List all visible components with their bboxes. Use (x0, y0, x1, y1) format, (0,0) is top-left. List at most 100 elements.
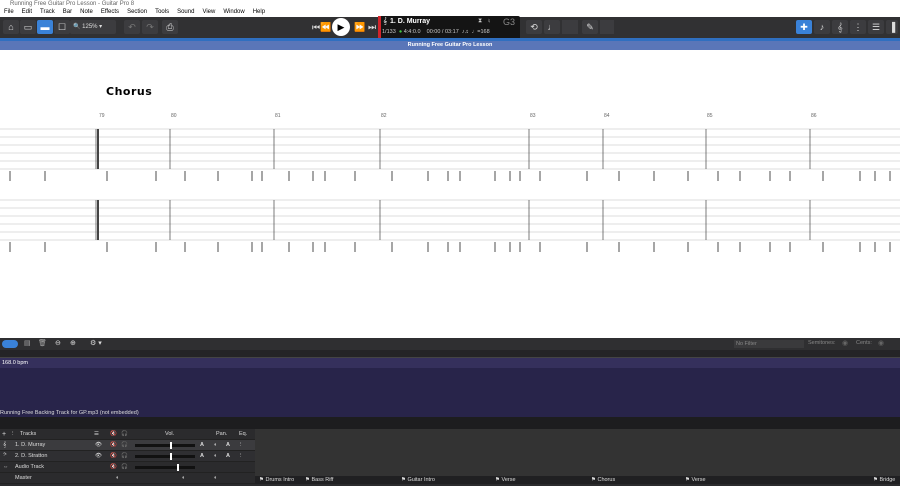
menu-window[interactable]: Window (219, 8, 248, 17)
zoom-out-icon[interactable]: ⊖ (55, 339, 61, 347)
menu-help[interactable]: Help (249, 8, 269, 17)
marker[interactable]: ⚑ Chorus (591, 476, 615, 484)
transport-display: 𝄞 1. D. Murray ⧗ ♮ G3 1/133 ● 4:4:0.0 00… (378, 16, 520, 40)
master-volume-knob-icon[interactable]: ◐ (116, 473, 119, 484)
mixer-icon[interactable]: ☰ (868, 20, 884, 34)
track-name: Audio Track (15, 464, 45, 470)
menu-section[interactable]: Section (123, 8, 151, 17)
flag-icon: ⚑ (259, 477, 264, 483)
audio-waveform[interactable] (0, 368, 900, 409)
layout-screen-icon[interactable]: ▬ (37, 20, 53, 34)
instrument-icon[interactable]: ♪ (814, 20, 830, 34)
pan-knob-icon[interactable]: ◐ (214, 451, 217, 462)
master-eq-knob-icon[interactable]: ◐ (214, 473, 217, 484)
mute-header-icon: 🔇 (110, 431, 117, 437)
menu-track[interactable]: Track (36, 8, 59, 17)
sound-slider[interactable] (600, 20, 614, 34)
settings-gear-icon[interactable]: ⚙ ▾ (90, 339, 102, 347)
audio-toggle[interactable] (2, 340, 18, 348)
solo-icon[interactable]: 🎧 (121, 462, 128, 473)
cents-knob-icon[interactable]: ◉ (878, 339, 884, 347)
loop-icon[interactable]: ⟲ (526, 20, 542, 34)
mute-icon[interactable]: 🔇 (110, 462, 117, 473)
mute-icon[interactable]: 🔇 (110, 451, 117, 462)
bar-number: 84 (604, 113, 610, 119)
bar-number: 80 (171, 113, 177, 119)
pan-knob-icon[interactable]: ◐ (214, 440, 217, 451)
guitar-icon[interactable]: ⋮ (850, 20, 866, 34)
edit-mode-icon[interactable]: ✚ (796, 20, 812, 34)
menu-file[interactable]: File (0, 8, 18, 17)
solo-icon[interactable]: 🎧 (121, 440, 128, 451)
add-track-icon[interactable]: + (2, 429, 6, 440)
bar-number: 85 (707, 113, 713, 119)
automation-label: A (200, 442, 204, 448)
track-list: + ⋮ Tracks ☰ 🔇 🎧 Vol. Pan. Eq. 𝄞 1. D. M… (0, 429, 255, 484)
filter-select[interactable]: No Filter (734, 340, 804, 348)
play-button[interactable]: ▶ (332, 18, 350, 36)
menu-sound[interactable]: Sound (173, 8, 198, 17)
menu-effects[interactable]: Effects (97, 8, 123, 17)
menu-view[interactable]: View (198, 8, 219, 17)
marker[interactable]: ⚑ Verse (685, 476, 706, 484)
pan-automation-label: A (226, 442, 230, 448)
trash-icon[interactable]: 🗑 (38, 339, 47, 347)
menu-note[interactable]: Note (76, 8, 97, 17)
track-row[interactable]: ⇔ Audio Track 🔇 🎧 (0, 462, 255, 473)
marker[interactable]: ⚑ Guitar Intro (401, 476, 435, 484)
zoom-select[interactable]: 🔍 125% ▾ (70, 20, 116, 34)
eq-icon[interactable]: ⫶ (240, 440, 241, 451)
visibility-eye-icon[interactable]: 👁 (95, 451, 102, 462)
tuning-label: G3 (503, 17, 516, 27)
visibility-eye-icon[interactable]: 👁 (95, 440, 102, 451)
score-view[interactable]: Chorus 79 80 81 82 83 84 85 86 (0, 50, 900, 338)
marker[interactable]: ⚑ Drums Intro (259, 476, 294, 484)
redo-icon[interactable]: ↷ (142, 20, 158, 34)
cents-label: Cents: (856, 340, 872, 346)
layout-page-icon[interactable]: ▭ (20, 20, 36, 34)
piano-icon[interactable]: 𝄞 (832, 20, 848, 34)
tablature: 79 80 81 82 83 84 85 86 (0, 113, 900, 252)
track-row[interactable]: 𝄞 1. D. Murray 👁 🔇 🎧 A ◐ A ⫶ (0, 440, 255, 451)
marker[interactable]: ⚑ Verse (495, 476, 516, 484)
marker[interactable]: ⚑ Bass Riff (305, 476, 333, 484)
eq-header: Eq. (239, 431, 248, 437)
document-tab[interactable]: Running Free Guitar Pro Lesson (0, 41, 900, 50)
tempo-bar: 168.0 bpm (0, 358, 900, 368)
audio-ruler[interactable] (0, 350, 900, 358)
pencil-icon[interactable]: ✎ (582, 20, 598, 34)
semitones-knob-icon[interactable]: ◉ (842, 339, 848, 347)
mute-icon[interactable]: 🔇 (110, 440, 117, 451)
list-icon[interactable]: ▤ (24, 339, 31, 347)
solo-icon[interactable]: 🎧 (121, 451, 128, 462)
volume-slider[interactable] (135, 464, 195, 471)
print-icon[interactable]: ⎙ (162, 20, 178, 34)
lcd-bar-position: 1/133 (382, 29, 396, 35)
volume-slider[interactable] (135, 442, 195, 449)
volume-slider[interactable] (135, 453, 195, 460)
menu-tools[interactable]: Tools (151, 8, 173, 17)
marker[interactable]: ⚑ Bridge (873, 476, 895, 484)
layout-horizontal-icon[interactable]: ☐ (54, 20, 70, 34)
track-list-icon[interactable]: ☰ (94, 429, 99, 440)
track-row[interactable]: 𝄢 2. D. Stratton 👁 🔇 🎧 A ◐ A ⫶ (0, 451, 255, 462)
master-pan-knob-icon[interactable]: ◐ (182, 473, 185, 484)
panel-toggle-icon[interactable]: ▐ (886, 20, 898, 34)
home-icon[interactable]: ⌂ (3, 20, 19, 34)
menu-edit[interactable]: Edit (18, 8, 36, 17)
signature-dot-icon: ● (398, 29, 403, 35)
track-name: 1. D. Murray (15, 442, 46, 448)
eq-icon[interactable]: ⫶ (240, 451, 241, 462)
track-row[interactable]: Master ◐ ◐ ◐ (0, 473, 255, 484)
tempo-label: 168.0 bpm (2, 360, 28, 366)
menu-bar-item[interactable]: Bar (59, 8, 76, 17)
tracks-header: Tracks (20, 431, 37, 437)
zoom-in-icon[interactable]: ⊕ (70, 339, 76, 347)
hourglass-icon: ⧗ (478, 18, 483, 24)
metronome-icon[interactable]: ♩ (544, 20, 560, 34)
speed-slider[interactable] (562, 20, 578, 34)
track-menu-icon[interactable]: ⋮ (10, 429, 16, 440)
undo-icon[interactable]: ↶ (124, 20, 140, 34)
volume-header: Vol. (165, 431, 175, 437)
lcd-signature: 4:4:0.0 (403, 29, 421, 35)
